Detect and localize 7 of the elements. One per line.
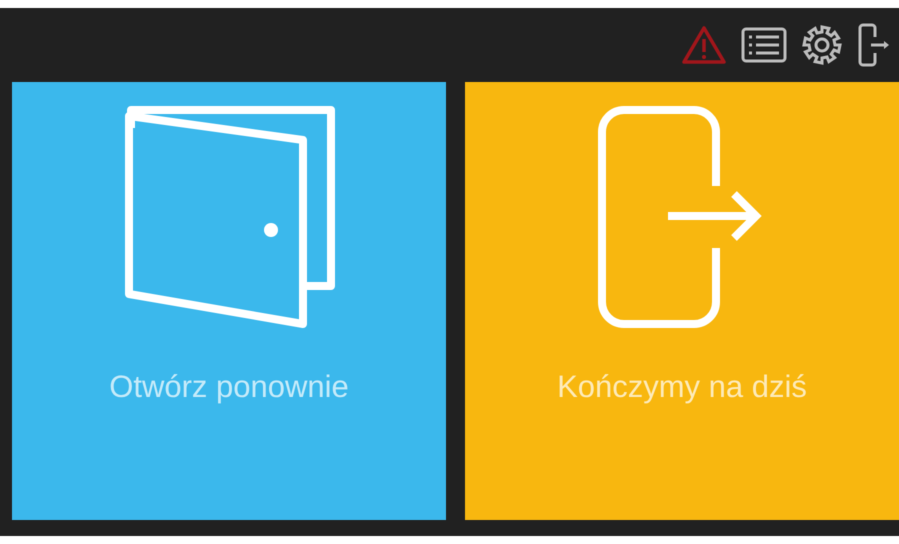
logout-icon[interactable] bbox=[857, 23, 891, 67]
list-icon[interactable] bbox=[741, 27, 787, 63]
action-tile[interactable]: Otwórz ponownie bbox=[12, 82, 446, 520]
tile-label: Kończymy na dziś bbox=[557, 368, 807, 406]
action-tile[interactable]: Kończymy na dziś bbox=[465, 82, 899, 520]
settings-icon[interactable] bbox=[801, 24, 843, 66]
tile-label: Otwórz ponownie bbox=[109, 368, 349, 406]
